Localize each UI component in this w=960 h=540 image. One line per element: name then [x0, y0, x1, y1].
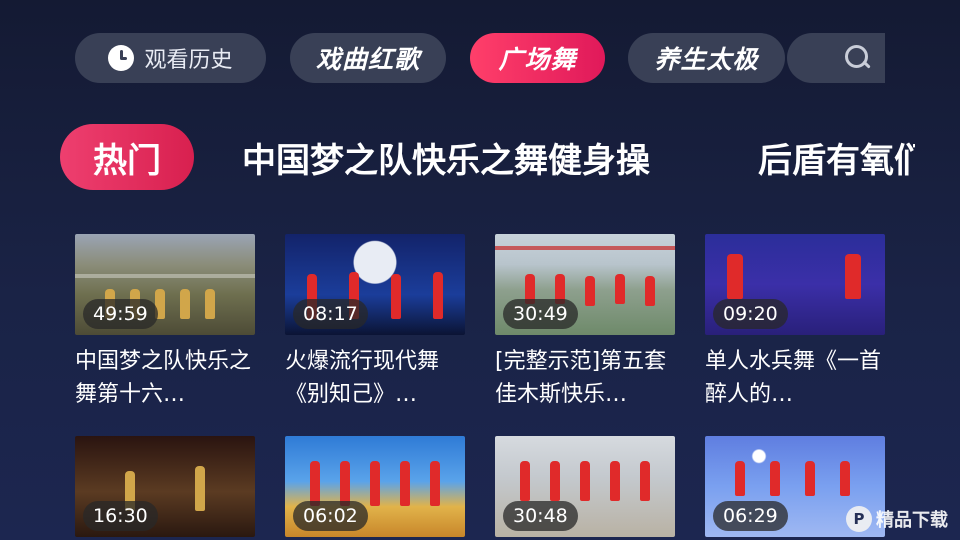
sub-tab-china-dream-team[interactable]: 中国梦之队快乐之舞健身操: [242, 124, 650, 190]
video-card[interactable]: 30:48: [495, 436, 675, 537]
video-title: 中国梦之队快乐之舞第十六…: [75, 349, 252, 407]
video-card[interactable]: 06:02: [285, 436, 465, 537]
top-nav: 观看历史 戏曲红歌 广场舞 养生太极: [0, 0, 960, 100]
video-card[interactable]: 09:20 单人水兵舞《一首醉人的…: [705, 234, 885, 411]
watch-history-button[interactable]: 观看历史: [75, 33, 266, 83]
sub-tab-bar: 热门 中国梦之队快乐之舞健身操 后盾有氧们: [0, 124, 915, 194]
sub-tab-label: 热门: [93, 140, 161, 181]
video-duration: 08:17: [293, 299, 368, 329]
clock-icon: [108, 45, 135, 71]
video-thumbnail: 30:48: [495, 436, 675, 537]
video-thumbnail: 30:49: [495, 234, 675, 335]
video-card[interactable]: 16:30: [75, 436, 255, 537]
category-tab-label: 广场舞: [498, 45, 577, 74]
video-title: 单人水兵舞《一首醉人的…: [705, 349, 882, 407]
category-tab-square-dance[interactable]: 广场舞: [470, 33, 605, 83]
video-thumbnail: 09:20: [705, 234, 885, 335]
search-icon: [845, 45, 871, 71]
video-duration: 16:30: [83, 501, 158, 531]
watermark-text: 精品下载: [876, 510, 948, 531]
video-duration: 09:20: [713, 299, 788, 329]
category-tab-label: 养生太极: [654, 45, 759, 74]
video-duration: 06:02: [293, 501, 368, 531]
video-duration: 06:29: [713, 501, 788, 531]
category-tab-taichi[interactable]: 养生太极: [628, 33, 785, 83]
video-card[interactable]: 30:49 [完整示范]第五套佳木斯快乐…: [495, 234, 675, 411]
category-tab-opera[interactable]: 戏曲红歌: [290, 33, 446, 83]
video-thumbnail: 49:59: [75, 234, 255, 335]
search-button[interactable]: [787, 33, 885, 83]
video-duration: 49:59: [83, 299, 158, 329]
watermark-logo: P 精品下载: [846, 506, 948, 532]
watermark-badge: P: [846, 506, 872, 532]
video-card[interactable]: 08:17 火爆流行现代舞《别知己》…: [285, 234, 465, 411]
sub-tab-label: 中国梦之队快乐之舞健身操: [242, 140, 650, 181]
video-card[interactable]: 49:59 中国梦之队快乐之舞第十六…: [75, 234, 255, 411]
video-duration: 30:49: [503, 299, 578, 329]
sub-tab-hot[interactable]: 热门: [60, 124, 194, 190]
video-title: 火爆流行现代舞《别知己》…: [285, 349, 440, 407]
video-thumbnail: 08:17: [285, 234, 465, 335]
video-thumbnail: 16:30: [75, 436, 255, 537]
video-grid: 49:59 中国梦之队快乐之舞第十六… 08:17 火爆流行现代舞《别知己》… …: [75, 234, 885, 540]
sub-tab-label: 后盾有氧们: [758, 140, 915, 181]
video-title: [完整示范]第五套佳木斯快乐…: [495, 349, 667, 407]
sub-tab-aerobics[interactable]: 后盾有氧们: [758, 124, 915, 190]
video-duration: 30:48: [503, 501, 578, 531]
category-tab-label: 戏曲红歌: [315, 45, 420, 74]
watch-history-label: 观看历史: [144, 48, 233, 73]
video-thumbnail: 06:02: [285, 436, 465, 537]
